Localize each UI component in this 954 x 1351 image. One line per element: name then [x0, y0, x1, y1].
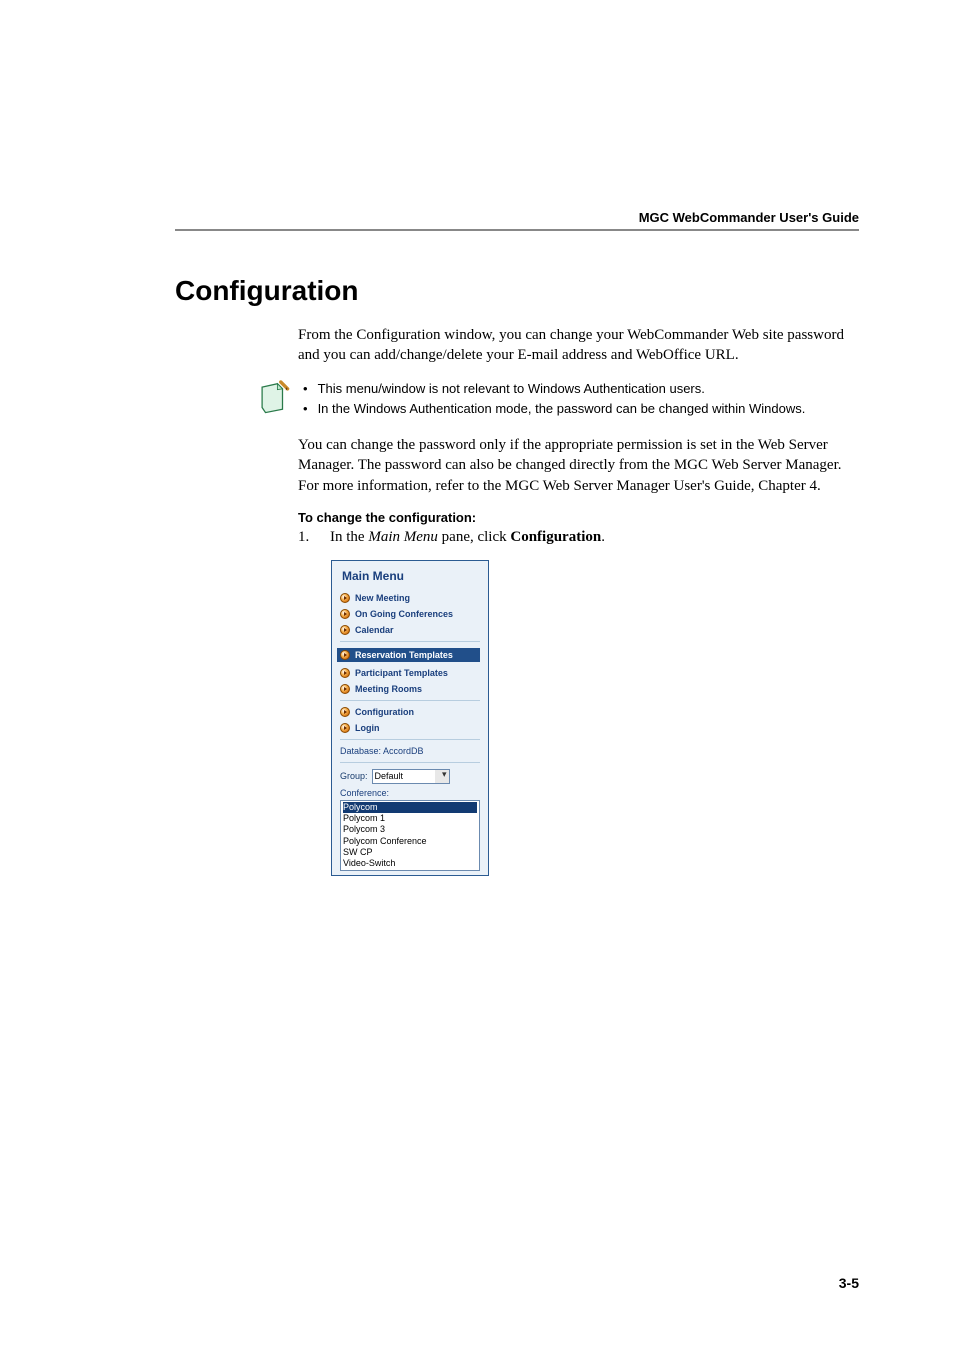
menu-item-label: Calendar	[355, 625, 394, 635]
divider	[340, 700, 480, 701]
group-label: Group:	[340, 771, 368, 781]
menu-item-label: On Going Conferences	[355, 609, 453, 619]
page-number: 3-5	[839, 1275, 859, 1291]
menu-item-label: New Meeting	[355, 593, 410, 603]
bullet-icon: •	[303, 400, 308, 419]
bullet-icon	[340, 609, 350, 619]
menu-item-ongoing-conferences[interactable]: On Going Conferences	[340, 609, 480, 619]
list-item[interactable]: Polycom	[343, 802, 477, 813]
body-paragraph: You can change the password only if the …	[298, 435, 859, 496]
menu-item-label: Login	[355, 723, 380, 733]
note-icon	[257, 380, 291, 418]
conference-label: Conference:	[340, 788, 480, 798]
menu-item-login[interactable]: Login	[340, 723, 480, 733]
section-title: Configuration	[175, 275, 859, 307]
bullet-icon	[340, 723, 350, 733]
menu-item-reservation-templates[interactable]: Reservation Templates	[337, 648, 480, 662]
list-item[interactable]: Video-Switch	[343, 858, 477, 869]
menu-item-label: Participant Templates	[355, 668, 448, 678]
step-text: In the Main Menu pane, click Configurati…	[330, 529, 605, 546]
note-item: • In the Windows Authentication mode, th…	[303, 400, 859, 419]
list-item[interactable]: SW CP	[343, 847, 477, 858]
group-select[interactable]	[372, 769, 450, 784]
procedure-heading: To change the configuration:	[298, 510, 859, 525]
database-label: Database:	[340, 746, 381, 756]
note-text: This menu/window is not relevant to Wind…	[318, 380, 705, 399]
group-select-wrap	[372, 769, 450, 784]
document-page: MGC WebCommander User's Guide Configurat…	[0, 0, 954, 1351]
database-value: AccordDB	[383, 746, 424, 756]
menu-item-label: Reservation Templates	[355, 650, 453, 660]
step-item: 1. In the Main Menu pane, click Configur…	[298, 529, 859, 546]
note-item: • This menu/window is not relevant to Wi…	[303, 380, 859, 399]
bullet-icon	[340, 650, 350, 660]
divider	[340, 739, 480, 740]
bullet-icon: •	[303, 380, 308, 399]
note-text: In the Windows Authentication mode, the …	[318, 400, 806, 419]
main-menu-screenshot: Main Menu New Meeting On Going Conferenc…	[331, 560, 489, 877]
bullet-icon	[340, 684, 350, 694]
bullet-icon	[340, 668, 350, 678]
menu-item-label: Configuration	[355, 707, 414, 717]
menu-item-new-meeting[interactable]: New Meeting	[340, 593, 480, 603]
note-list: • This menu/window is not relevant to Wi…	[303, 380, 859, 422]
bullet-icon	[340, 707, 350, 717]
divider	[340, 762, 480, 763]
menu-title: Main Menu	[340, 569, 480, 583]
step-number: 1.	[298, 529, 316, 546]
bullet-icon	[340, 593, 350, 603]
group-row: Group:	[340, 769, 480, 784]
header-text: MGC WebCommander User's Guide	[639, 210, 859, 225]
list-item[interactable]: Polycom 3	[343, 824, 477, 835]
intro-paragraph: From the Configuration window, you can c…	[298, 325, 859, 366]
note-block: • This menu/window is not relevant to Wi…	[257, 380, 859, 422]
list-item[interactable]: Polycom 1	[343, 813, 477, 824]
bullet-icon	[340, 625, 350, 635]
menu-item-participant-templates[interactable]: Participant Templates	[340, 668, 480, 678]
list-item[interactable]: Polycom Conference	[343, 836, 477, 847]
menu-item-label: Meeting Rooms	[355, 684, 422, 694]
database-row: Database: AccordDB	[340, 746, 480, 756]
conference-list[interactable]: Polycom Polycom 1 Polycom 3 Polycom Conf…	[340, 800, 480, 872]
menu-item-meeting-rooms[interactable]: Meeting Rooms	[340, 684, 480, 694]
divider	[340, 641, 480, 642]
menu-item-calendar[interactable]: Calendar	[340, 625, 480, 635]
menu-item-configuration[interactable]: Configuration	[340, 707, 480, 717]
page-content: Configuration From the Configuration win…	[175, 275, 859, 876]
page-header: MGC WebCommander User's Guide	[175, 210, 859, 231]
